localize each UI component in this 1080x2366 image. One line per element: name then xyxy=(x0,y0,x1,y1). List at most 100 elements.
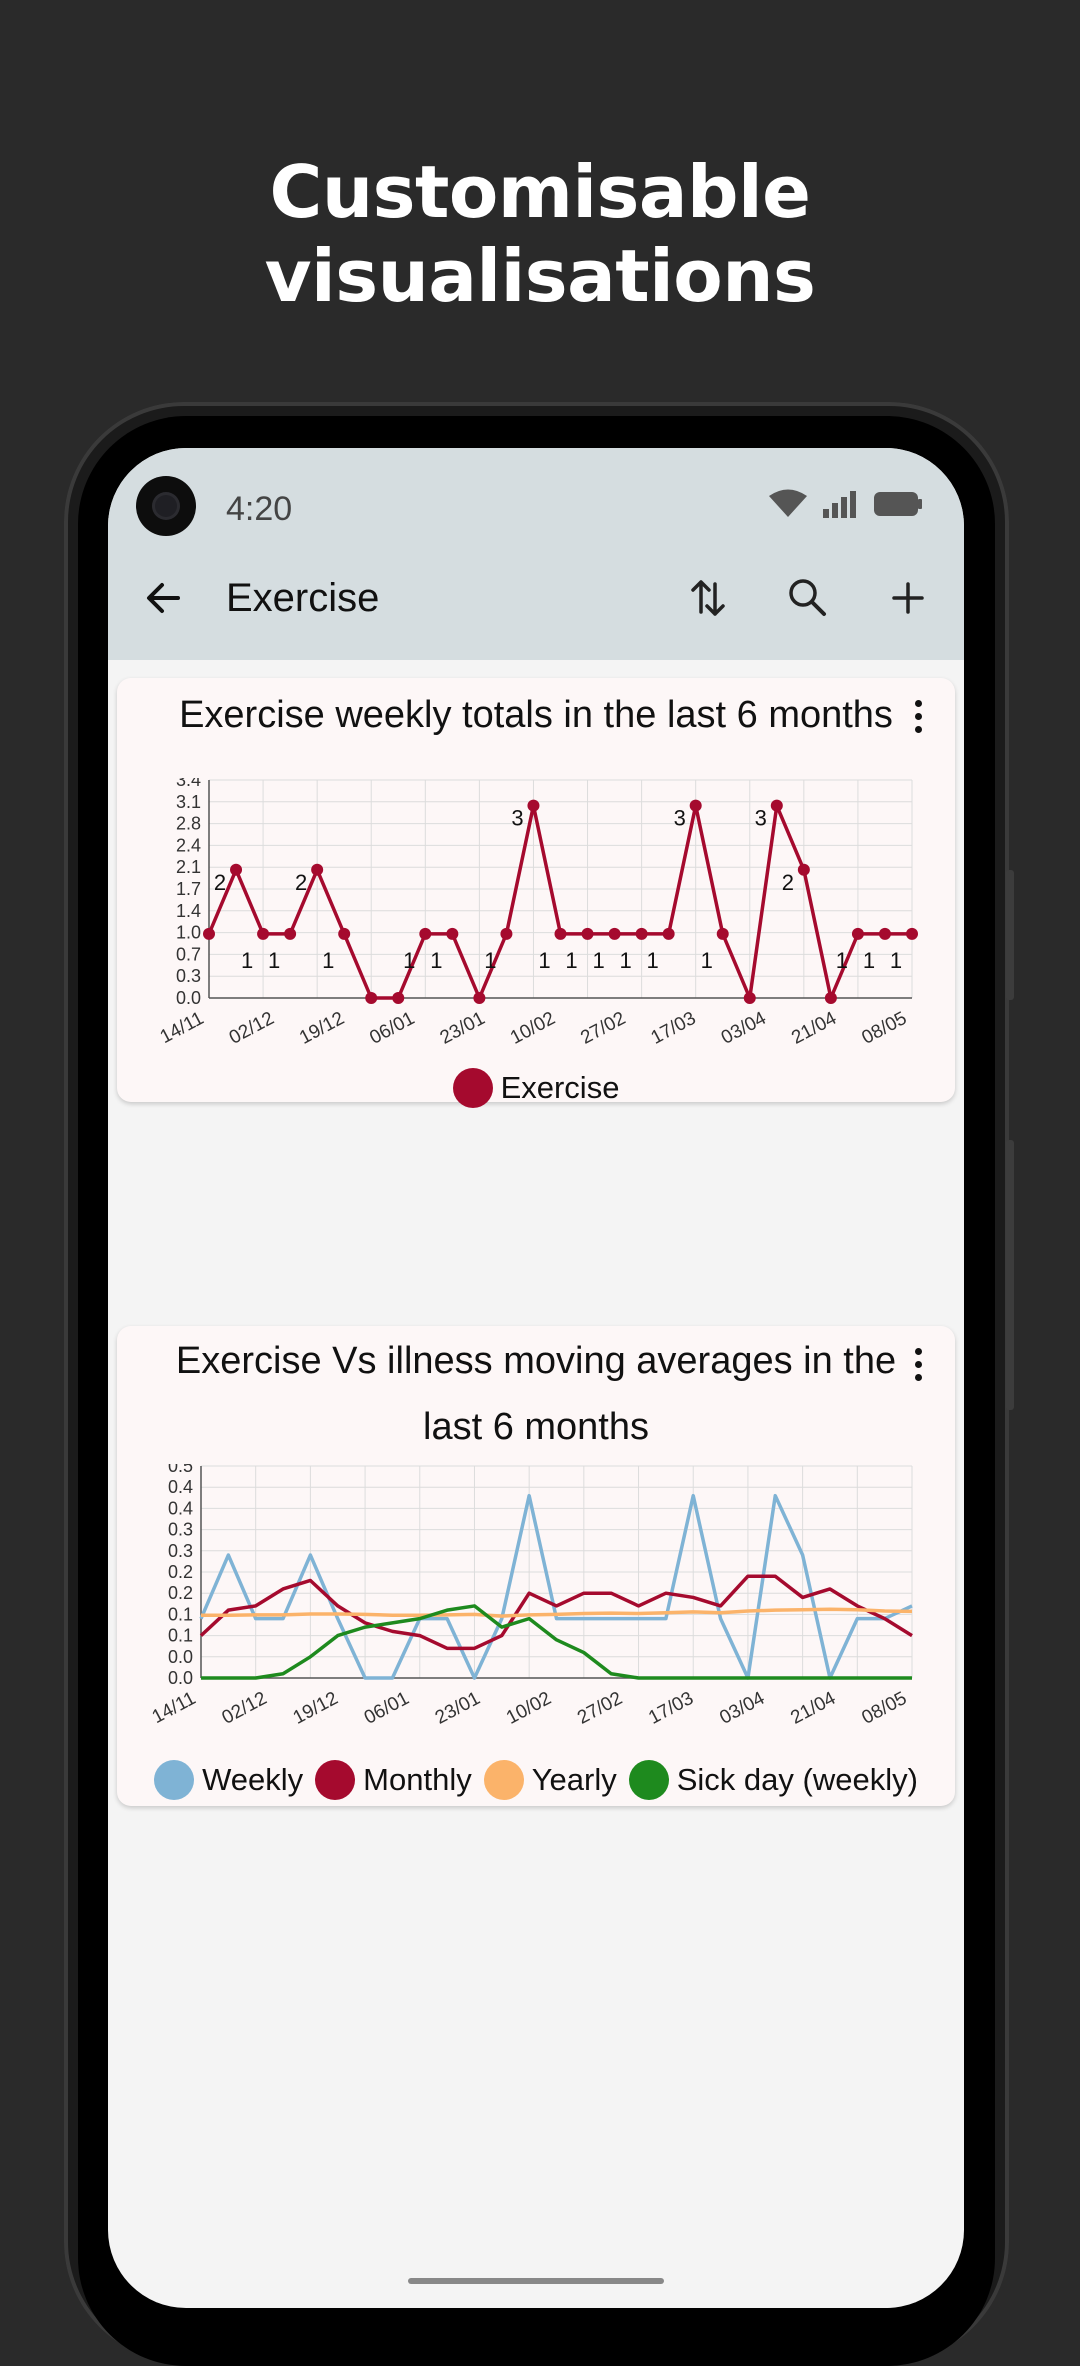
x-tick-label: 14/11 xyxy=(157,1008,208,1048)
data-point xyxy=(473,992,486,1004)
search-button[interactable] xyxy=(782,572,834,624)
y-tick-label: 0.5 xyxy=(168,1464,193,1476)
data-point xyxy=(851,927,864,940)
data-label: 1 xyxy=(268,948,280,973)
camera-cutout xyxy=(136,476,196,536)
status-icons xyxy=(768,484,924,524)
data-label: 1 xyxy=(565,948,577,973)
app-bar: 4:20 Exercise xyxy=(108,448,964,660)
data-point xyxy=(554,927,567,940)
data-label: 1 xyxy=(701,948,713,973)
data-label: 1 xyxy=(647,948,659,973)
data-label: 1 xyxy=(430,948,442,973)
y-tick-label: 0.2 xyxy=(168,1583,193,1603)
x-tick-label: 17/03 xyxy=(645,1688,697,1729)
y-tick-label: 2.8 xyxy=(176,814,201,834)
legend-label: Exercise xyxy=(500,1070,620,1105)
data-label: 1 xyxy=(484,948,496,973)
y-tick-label: 2.1 xyxy=(176,857,201,877)
y-tick-label: 0.0 xyxy=(168,1668,193,1688)
x-tick-label: 03/04 xyxy=(718,1008,770,1049)
chart-card-moving-averages: Exercise Vs illness moving averages in t… xyxy=(117,1326,955,1806)
data-point xyxy=(527,799,540,812)
legend-swatch-yearly xyxy=(483,1760,524,1800)
legend-swatch-sick xyxy=(628,1760,669,1800)
gesture-bar[interactable] xyxy=(408,2278,664,2284)
data-point xyxy=(203,927,215,940)
signal-icon xyxy=(823,491,856,518)
y-tick-label: 3.4 xyxy=(176,778,201,790)
data-point xyxy=(365,992,378,1004)
data-point xyxy=(743,992,756,1004)
x-tick-label: 27/02 xyxy=(577,1008,629,1049)
exercise-line-chart: 0.00.30.71.01.41.72.12.42.83.1 3.4 14/11 02… xyxy=(157,778,918,1049)
data-label: 1 xyxy=(619,948,631,973)
data-point xyxy=(257,927,270,940)
status-time: 4:20 xyxy=(226,490,293,528)
search-icon xyxy=(789,579,826,616)
moving-averages-line-chart: 0.00.00.10.10.20.20.30.30.40.40.514/11 02… xyxy=(149,1464,913,1729)
sort-icon xyxy=(691,580,725,616)
legend-label: Monthly xyxy=(363,1762,472,1797)
x-tick-label: 10/02 xyxy=(507,1008,559,1049)
y-tick-label: 0.2 xyxy=(168,1562,193,1582)
y-tick-label: 0.1 xyxy=(168,1604,193,1624)
data-label: 1 xyxy=(538,948,550,973)
chart-title: Exercise weekly totals in the last 6 mon… xyxy=(179,694,893,736)
x-tick-label: 06/01 xyxy=(366,1008,418,1049)
x-tick-label: 08/05 xyxy=(859,1008,911,1049)
phone-screen: 4:20 Exercise Exercise weekly totals in … xyxy=(108,448,964,2308)
add-icon xyxy=(892,582,924,614)
data-point xyxy=(662,927,675,940)
y-tick-label: 0.4 xyxy=(168,1498,193,1518)
chart-title-line-1: Exercise Vs illness moving averages in t… xyxy=(175,1340,897,1382)
data-label: 1 xyxy=(592,948,604,973)
legend-label: Sick day (weekly) xyxy=(676,1762,918,1797)
data-point xyxy=(878,927,891,940)
add-button[interactable] xyxy=(882,572,934,624)
x-tick-label: 02/12 xyxy=(219,1688,271,1729)
x-tick-label: 27/02 xyxy=(574,1688,626,1729)
y-tick-label: 0.3 xyxy=(176,966,201,986)
back-button[interactable] xyxy=(138,572,190,624)
x-tick-label: 06/01 xyxy=(361,1688,413,1729)
data-label: 1 xyxy=(403,948,415,973)
card-menu-button[interactable] xyxy=(911,700,927,744)
x-tick-label: 19/12 xyxy=(290,1688,342,1729)
y-tick-label: 1.4 xyxy=(176,901,201,921)
x-tick-label: 08/05 xyxy=(859,1688,911,1729)
y-tick-label: 1.0 xyxy=(176,923,201,943)
data-point xyxy=(311,863,324,876)
y-tick-label: 0.3 xyxy=(168,1520,193,1540)
wifi-icon xyxy=(769,489,807,517)
legend-item-yearly: Yearly xyxy=(483,1760,617,1800)
data-point xyxy=(716,927,729,940)
x-tick-label: 19/12 xyxy=(296,1008,348,1049)
y-tick-label: 2.4 xyxy=(176,835,201,855)
x-tick-label: 03/04 xyxy=(716,1688,768,1729)
x-tick-label: 21/04 xyxy=(788,1008,840,1049)
x-tick-label: 21/04 xyxy=(787,1688,839,1729)
sort-button[interactable] xyxy=(682,572,734,624)
data-label: 3 xyxy=(511,806,523,831)
chart-legend: Weekly Monthly Yearly Sick day (weekly) xyxy=(117,1760,955,1800)
data-point xyxy=(770,799,783,812)
legend-item-monthly: Monthly xyxy=(315,1760,472,1800)
headline: Customisable visualisations xyxy=(264,150,816,318)
chart-title-line-2: last 6 months xyxy=(423,1406,649,1448)
legend-swatch-exercise xyxy=(452,1068,493,1108)
data-point xyxy=(689,799,702,812)
legend-item-exercise: Exercise xyxy=(452,1068,620,1108)
y-tick-label: 0.0 xyxy=(168,1647,193,1667)
data-label: 1 xyxy=(890,948,902,973)
battery-icon xyxy=(874,492,922,516)
data-point xyxy=(906,927,918,940)
x-tick-label: 17/03 xyxy=(648,1008,700,1049)
y-tick-label: 0.0 xyxy=(176,988,201,1008)
y-tick-label: 0.3 xyxy=(168,1541,193,1561)
card-menu-button[interactable] xyxy=(911,1348,927,1392)
x-tick-label: 14/11 xyxy=(149,1688,200,1728)
data-point xyxy=(392,992,405,1004)
data-point xyxy=(797,863,810,876)
power-button xyxy=(1006,870,1014,1000)
